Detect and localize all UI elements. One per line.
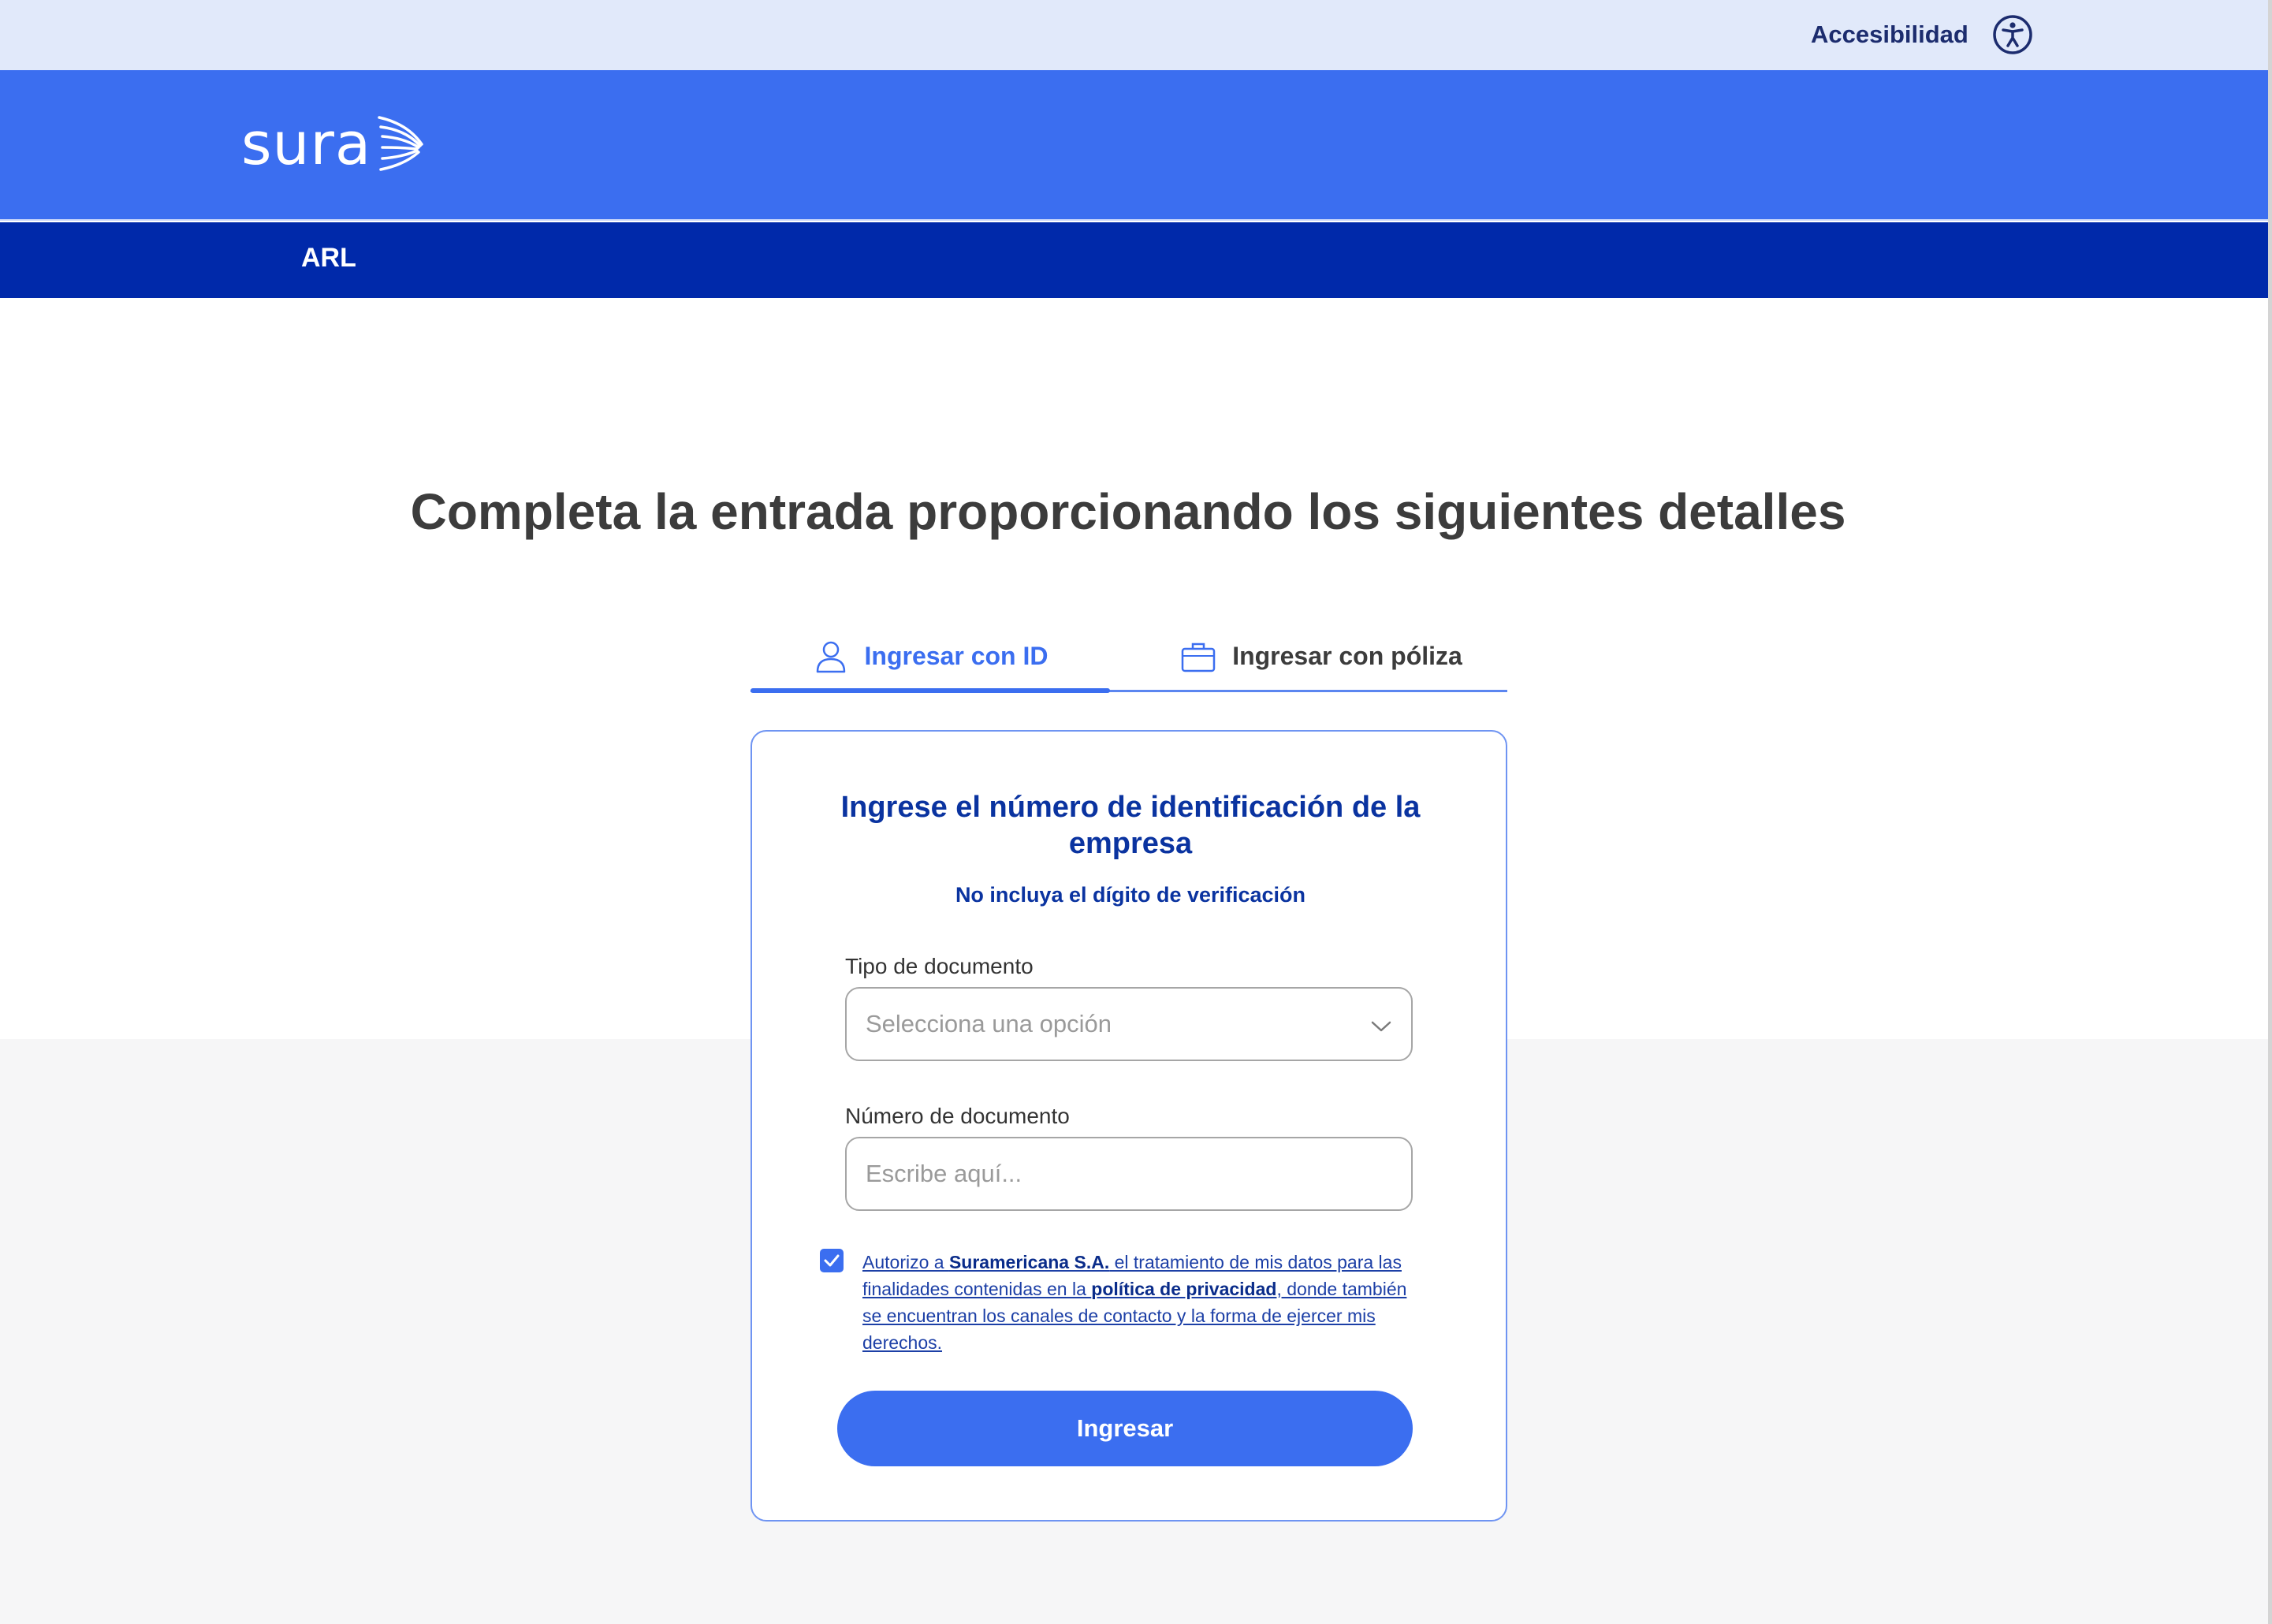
login-form-card: Ingrese el número de identificación de l… xyxy=(751,730,1507,1522)
company-name-link[interactable]: Suramericana S.A. xyxy=(949,1252,1109,1272)
consent-text[interactable]: Autorizo a Suramericana S.A. el tratamie… xyxy=(862,1249,1419,1356)
doc-number-label: Número de documento xyxy=(845,1104,1070,1128)
sura-logo[interactable]: sura xyxy=(241,113,425,176)
check-icon xyxy=(824,1254,840,1267)
section-bar: ARL xyxy=(0,222,2272,298)
consent-checkbox[interactable] xyxy=(820,1249,844,1272)
tab-ingresar-con-id[interactable]: Ingresar con ID xyxy=(751,623,1110,693)
form-title: Ingrese el número de identificación de l… xyxy=(840,791,1421,860)
privacy-policy-link[interactable]: política de privacidad xyxy=(1091,1279,1276,1299)
wing-icon xyxy=(378,116,423,171)
tab-label-poliza: Ingresar con póliza xyxy=(1232,642,1462,670)
login-tabs: Ingresar con ID Ingresar con póliza xyxy=(751,623,1507,693)
section-label-arl[interactable]: ARL xyxy=(301,243,356,274)
accessibility-icon xyxy=(1993,15,2032,54)
user-icon xyxy=(816,641,845,672)
accessibility-link[interactable]: Accesibilidad xyxy=(1811,15,2033,54)
chevron-down-icon xyxy=(1371,1021,1391,1032)
tab-ingresar-con-poliza[interactable]: Ingresar con póliza xyxy=(1142,623,1501,690)
briefcase-icon xyxy=(1181,643,1216,672)
doc-number-input[interactable]: Escribe aquí... xyxy=(845,1137,1413,1211)
doc-type-label: Tipo de documento xyxy=(845,954,1034,978)
accessibility-label: Accesibilidad xyxy=(1811,20,1968,48)
page-title: Completa la entrada proporcionando los s… xyxy=(410,483,1846,540)
doc-number-placeholder: Escribe aquí... xyxy=(866,1160,1022,1187)
utility-bar: Accesibilidad xyxy=(0,0,2272,70)
doc-type-select[interactable]: Selecciona una opción xyxy=(845,987,1413,1061)
doc-type-placeholder: Selecciona una opción xyxy=(866,1010,1112,1037)
brand-header: sura xyxy=(0,70,2272,221)
ingresar-button[interactable]: Ingresar xyxy=(837,1391,1413,1466)
scrollbar[interactable] xyxy=(2268,0,2272,1624)
consent-row: Autorizo a Suramericana S.A. el tratamie… xyxy=(820,1249,1419,1356)
consent-text-part1: Autorizo a xyxy=(862,1252,949,1272)
form-subtitle: No incluya el dígito de verificación xyxy=(955,883,1306,907)
logo-text: sura xyxy=(241,110,372,178)
tab-label-id: Ingresar con ID xyxy=(864,642,1048,670)
